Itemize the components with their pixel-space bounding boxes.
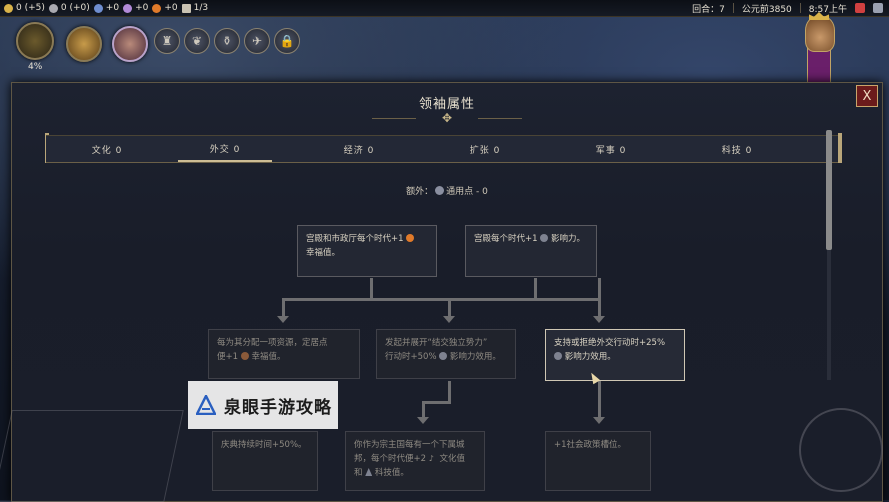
generic-point-icon <box>435 186 445 195</box>
settlement-icon <box>181 3 191 13</box>
turn-counter: 回合：7 <box>692 4 725 15</box>
lock-icon[interactable]: 🔒 <box>274 28 300 54</box>
title-divider <box>372 118 416 119</box>
science-icon <box>365 468 373 476</box>
age-progress-label: 4% <box>28 62 43 72</box>
watermark-logo-icon <box>194 393 218 416</box>
gold-icon <box>4 3 13 13</box>
legacy-icon[interactable]: ⚱ <box>214 28 240 54</box>
religion-icon[interactable]: ♜ <box>154 28 180 54</box>
tradition-icon[interactable]: ❦ <box>184 28 210 54</box>
happiness-icon <box>406 234 415 242</box>
happiness-resource[interactable]: +0 <box>152 3 178 13</box>
leader-portrait[interactable] <box>805 16 835 52</box>
year-label: 公元前3850 <box>741 4 792 15</box>
close-button[interactable]: X <box>856 85 878 107</box>
tab-science[interactable]: 科技 0 <box>682 136 792 162</box>
tree-connector <box>598 381 601 417</box>
trait-card-diplomatic-influence[interactable]: 支持或拒绝外交行动时+25% 影响力效用。 <box>545 329 685 381</box>
trait-card-palace-happiness[interactable]: 宫殿和市政厅每个时代+1 幸福值。 <box>297 225 437 277</box>
trait-card-palace-influence[interactable]: 宫殿每个时代+1 影响力。 <box>465 225 597 277</box>
panel-title: 领袖属性 <box>418 97 475 112</box>
tab-diplomacy[interactable]: 外交 0 <box>178 136 272 162</box>
influence-icon <box>554 352 562 360</box>
trait-card-suzerain-bonus[interactable]: 你作为宗主国每有一个下属城 邦，每个时代便+2 ♪ 文化值 和 科技值。 <box>345 431 485 491</box>
menu-icon[interactable] <box>873 3 883 13</box>
tab-economy[interactable]: 经济 0 <box>304 136 414 162</box>
tree-connector <box>534 278 537 300</box>
resource-bar: 0 (+5) 0 (+0) +0 +0 +0 1/3 回合：7 公元前3850 … <box>0 0 889 17</box>
scrollbar-thumb[interactable] <box>826 130 832 250</box>
tree-arrow <box>277 316 289 323</box>
tab-bar-edge <box>838 133 842 163</box>
watermark: 泉眼手游攻略 <box>188 381 338 429</box>
tree-connector <box>282 298 285 316</box>
tree-connector <box>370 278 373 300</box>
gold-resource[interactable]: 0 (+5) <box>4 3 45 13</box>
title-divider <box>478 118 522 119</box>
culture-resource[interactable]: +0 <box>123 3 148 13</box>
trait-card-independent-influence[interactable]: 发起并展开“结交独立势力” 行动时+50% 影响力效用。 <box>376 329 516 379</box>
trait-card-celebration[interactable]: 庆典持续时间+50%。 <box>212 431 318 491</box>
production-icon <box>48 3 58 13</box>
happiness-icon <box>240 352 249 360</box>
notification-icon[interactable] <box>855 3 865 13</box>
leader-medallion[interactable] <box>112 26 148 62</box>
tab-culture[interactable]: 文化 0 <box>52 136 162 162</box>
trait-card-policy-slot[interactable]: +1社会政策槽位。 <box>545 431 651 491</box>
tab-military[interactable]: 军事 0 <box>556 136 666 162</box>
diplomacy-icon[interactable]: ✈ <box>244 28 270 54</box>
tree-connector <box>598 278 601 316</box>
tree-arrow <box>443 316 455 323</box>
tree-connector <box>422 401 425 417</box>
decorative-frame <box>0 410 184 502</box>
tree-connector <box>448 381 451 403</box>
government-medallion[interactable] <box>66 26 102 62</box>
turn-info: 回合：7 公元前3850 8:57上午 <box>692 0 883 16</box>
tree-connector <box>422 401 451 404</box>
watermark-text: 泉眼手游攻略 <box>224 397 332 418</box>
attribute-tabs: 文化 0 外交 0 经济 0 扩张 0 军事 0 科技 0 <box>46 135 842 163</box>
tree-arrow <box>417 417 429 424</box>
tree-arrow <box>593 417 605 424</box>
settlement-resource[interactable]: 1/3 <box>181 3 208 13</box>
tree-connector <box>448 298 601 301</box>
happiness-icon <box>152 3 162 13</box>
influence-icon <box>540 234 549 242</box>
divider <box>799 3 801 13</box>
culture-icon <box>123 3 133 13</box>
trait-card-resource-happiness[interactable]: 每为其分配一项资源，定居点 便+1 幸福值。 <box>208 329 360 379</box>
minimap-ring <box>799 408 883 492</box>
influence-icon <box>439 352 448 360</box>
science-resource[interactable]: +0 <box>93 3 119 13</box>
tree-arrow <box>593 316 605 323</box>
production-resource[interactable]: 0 (+0) <box>48 3 90 13</box>
ornament-icon: ✥ <box>441 111 453 125</box>
divider <box>732 3 734 13</box>
age-progress-medallion[interactable] <box>16 22 54 60</box>
tab-expansion[interactable]: 扩张 0 <box>430 136 540 162</box>
science-icon <box>93 3 103 13</box>
clock-label: 8:57上午 <box>808 4 847 15</box>
culture-icon: ♪ <box>428 454 434 463</box>
extra-points: 额外： 通用点 - 0 <box>406 186 488 197</box>
